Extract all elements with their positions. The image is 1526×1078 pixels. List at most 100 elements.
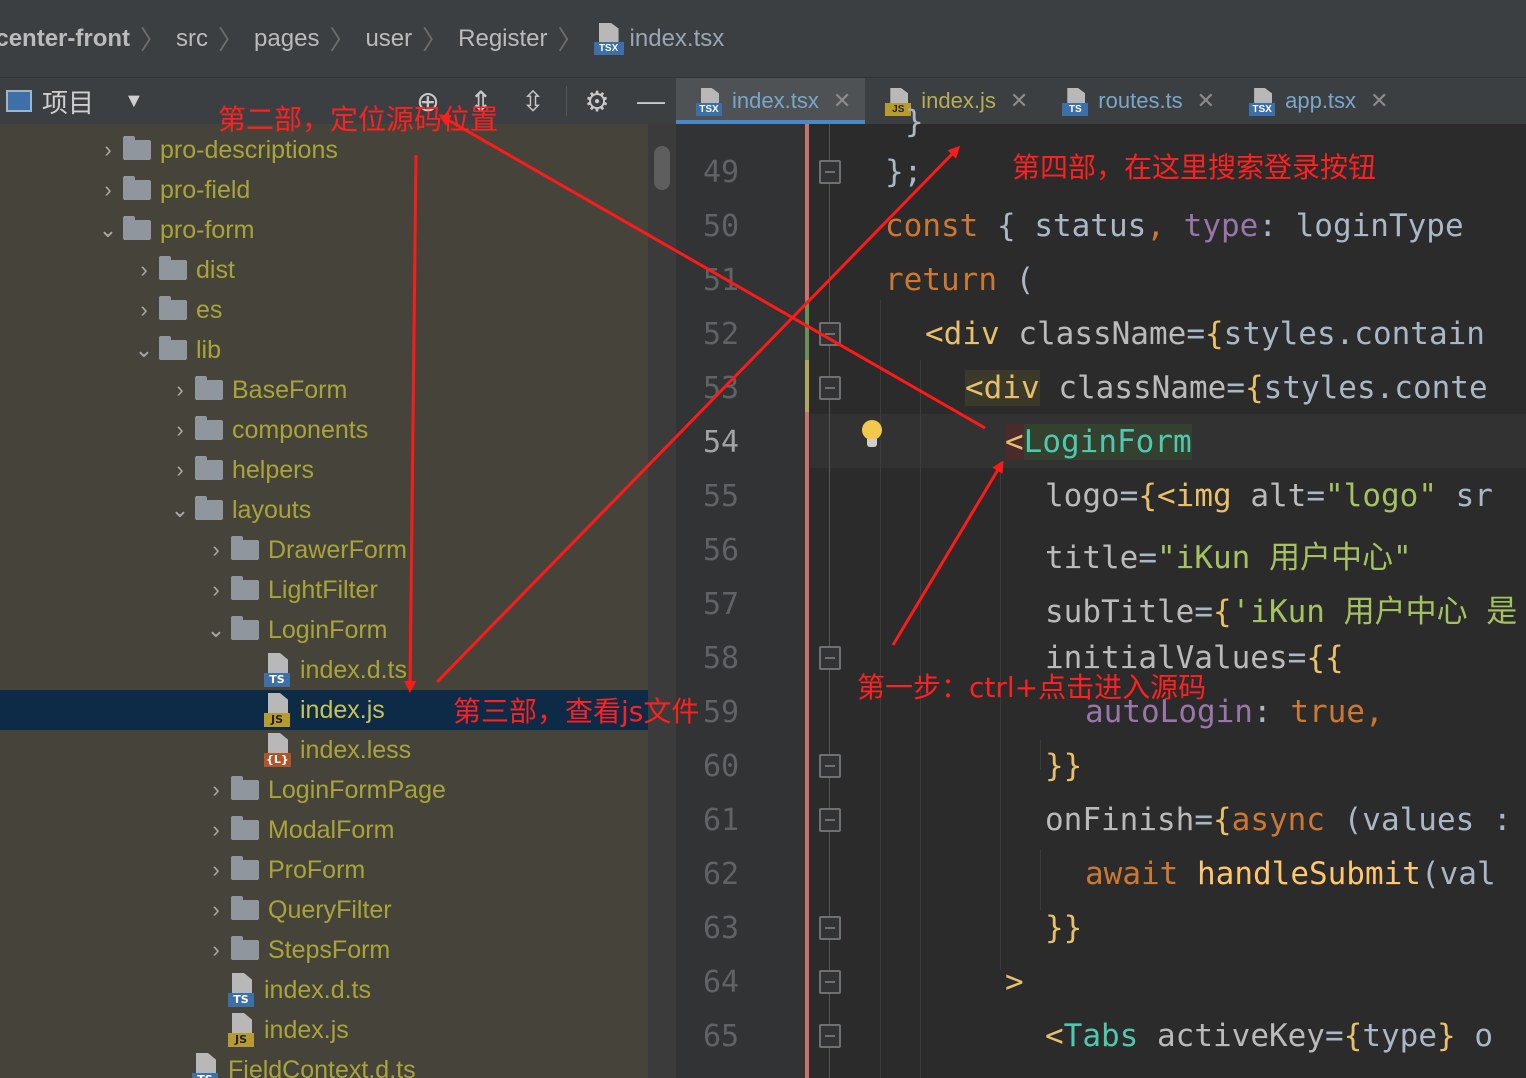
chevron-right-icon[interactable]: › xyxy=(204,810,228,850)
breadcrumb-src[interactable]: src xyxy=(176,25,208,53)
breadcrumb-user[interactable]: user xyxy=(365,25,412,53)
close-icon[interactable]: ✕ xyxy=(833,88,851,114)
tree-folder[interactable]: ⌄ layouts xyxy=(0,490,648,530)
fold-marker-icon[interactable] xyxy=(819,1024,841,1048)
file-icon: TS xyxy=(192,1053,222,1078)
tree-folder[interactable]: › components xyxy=(0,410,648,450)
code-line-62: await handleSubmit(val xyxy=(1085,856,1496,892)
chevron-down-icon[interactable]: ⌄ xyxy=(168,490,192,530)
code-line-64: > xyxy=(1005,964,1024,1000)
fold-marker-icon[interactable] xyxy=(819,160,841,184)
tree-file[interactable]: TS FieldContext.d.ts xyxy=(0,1050,648,1078)
chevron-right-icon[interactable]: › xyxy=(132,250,156,290)
tree-folder[interactable]: › ProForm xyxy=(0,850,648,890)
chevron-right-icon[interactable]: › xyxy=(96,170,120,210)
collapse-all-icon[interactable]: ⇳ xyxy=(516,84,550,118)
fold-marker-icon[interactable] xyxy=(819,322,841,346)
breadcrumb-file[interactable]: index.tsx xyxy=(630,25,725,53)
fold-marker-icon[interactable] xyxy=(819,376,841,400)
tree-folder[interactable]: › LoginFormPage xyxy=(0,770,648,810)
tree-folder[interactable]: › dist xyxy=(0,250,648,290)
close-icon[interactable]: ✕ xyxy=(1370,88,1388,114)
code-line-54: <LoginForm xyxy=(1005,424,1192,460)
tree-folder[interactable]: › helpers xyxy=(0,450,648,490)
tree-folder[interactable]: › ModalForm xyxy=(0,810,648,850)
fold-marker-icon[interactable] xyxy=(819,646,841,670)
tree-folder[interactable]: ⌄ pro-form xyxy=(0,210,648,250)
chevron-right-icon[interactable]: › xyxy=(204,850,228,890)
tree-file[interactable]: {L} index.less xyxy=(0,730,648,770)
tree-item-label: index.less xyxy=(300,735,412,764)
line-number: 63 xyxy=(702,911,740,946)
annotation-step1: 第一步：ctrl+点击进入源码 xyxy=(857,671,1207,704)
lightbulb-icon[interactable] xyxy=(862,420,882,448)
folder-icon xyxy=(195,456,223,480)
code-line-57: subTitle={'iKun 用户中心 是 xyxy=(1045,594,1518,630)
tree-item-label: index.d.ts xyxy=(300,655,408,684)
editor-tab[interactable]: TS routes.ts ✕ xyxy=(1042,78,1229,124)
gear-icon[interactable]: ⚙ xyxy=(580,84,614,118)
minus-icon[interactable]: — xyxy=(634,84,668,118)
tree-folder[interactable]: › es xyxy=(0,290,648,330)
chevron-right-icon[interactable]: › xyxy=(204,530,228,570)
tree-scrollbar[interactable] xyxy=(654,146,670,190)
code-line-65: <Tabs activeKey={type} o xyxy=(1045,1018,1493,1054)
chevron-right-icon[interactable]: › xyxy=(204,890,228,930)
fold-marker-icon[interactable] xyxy=(819,754,841,778)
tree-folder[interactable]: › StepsForm xyxy=(0,930,648,970)
chevron-right-icon: 〉 xyxy=(557,25,584,55)
tree-folder[interactable]: › BaseForm xyxy=(0,370,648,410)
chevron-right-icon[interactable]: › xyxy=(204,570,228,610)
fold-marker-icon[interactable] xyxy=(819,970,841,994)
tree-folder[interactable]: ⌄ lib xyxy=(0,330,648,370)
breadcrumb-pages[interactable]: pages xyxy=(254,25,319,53)
editor-tab[interactable]: JS index.js ✕ xyxy=(865,78,1042,124)
code-line-49: }; xyxy=(885,154,923,190)
folder-icon xyxy=(231,576,259,600)
tree-file[interactable]: TS index.d.ts xyxy=(0,970,648,1010)
tree-item-label: LoginFormPage xyxy=(268,775,446,804)
chevron-right-icon[interactable]: › xyxy=(204,770,228,810)
tree-file[interactable]: JS index.js xyxy=(0,1010,648,1050)
file-icon: TS xyxy=(264,653,294,687)
tree-folder[interactable]: › DrawerForm xyxy=(0,530,648,570)
tree-folder[interactable]: › QueryFilter xyxy=(0,890,648,930)
chevron-right-icon[interactable]: › xyxy=(96,130,120,170)
folder-icon xyxy=(231,936,259,960)
folder-icon xyxy=(231,896,259,920)
close-icon[interactable]: ✕ xyxy=(1197,88,1215,114)
file-icon: TSX xyxy=(1249,86,1277,116)
editor-tab[interactable]: TSX app.tsx ✕ xyxy=(1229,78,1402,124)
chevron-down-icon[interactable]: ⌄ xyxy=(132,330,156,370)
chevron-down-icon[interactable]: ▼ xyxy=(124,90,144,113)
fold-marker-icon[interactable] xyxy=(819,916,841,940)
chevron-down-icon[interactable]: ⌄ xyxy=(96,210,120,250)
code-line-50: const { status, type: loginType xyxy=(885,208,1464,244)
folder-icon xyxy=(123,216,151,240)
tree-folder[interactable]: › LightFilter xyxy=(0,570,648,610)
annotation-step4: 第四部，在这里搜索登录按钮 xyxy=(1012,151,1377,184)
tree-file[interactable]: TS index.d.ts xyxy=(0,650,648,690)
line-number: 65 xyxy=(702,1019,740,1054)
tree-item-label: ModalForm xyxy=(268,815,395,844)
editor-tab[interactable]: TSX index.tsx ✕ xyxy=(676,78,866,124)
folder-icon xyxy=(231,616,259,640)
code-line-51: return ( xyxy=(885,262,1035,298)
folder-icon xyxy=(231,536,259,560)
chevron-right-icon[interactable]: › xyxy=(168,370,192,410)
tree-folder[interactable]: ⌄ LoginForm xyxy=(0,610,648,650)
chevron-right-icon[interactable]: › xyxy=(204,930,228,970)
breadcrumb-project[interactable]: rcenter-front xyxy=(0,25,130,53)
project-panel-title[interactable]: 项目 xyxy=(42,83,94,120)
chevron-right-icon[interactable]: › xyxy=(168,410,192,450)
fold-marker-icon[interactable] xyxy=(819,808,841,832)
chevron-right-icon[interactable]: › xyxy=(132,290,156,330)
tree-folder[interactable]: › pro-field xyxy=(0,170,648,210)
close-icon[interactable]: ✕ xyxy=(1010,88,1028,114)
code-line-61: onFinish={async (values : xyxy=(1045,802,1512,838)
chevron-right-icon: 〉 xyxy=(422,25,449,55)
chevron-down-icon[interactable]: ⌄ xyxy=(204,610,228,650)
breadcrumb-register[interactable]: Register xyxy=(458,25,547,53)
tree-item-label: index.js xyxy=(264,1015,349,1044)
chevron-right-icon[interactable]: › xyxy=(168,450,192,490)
